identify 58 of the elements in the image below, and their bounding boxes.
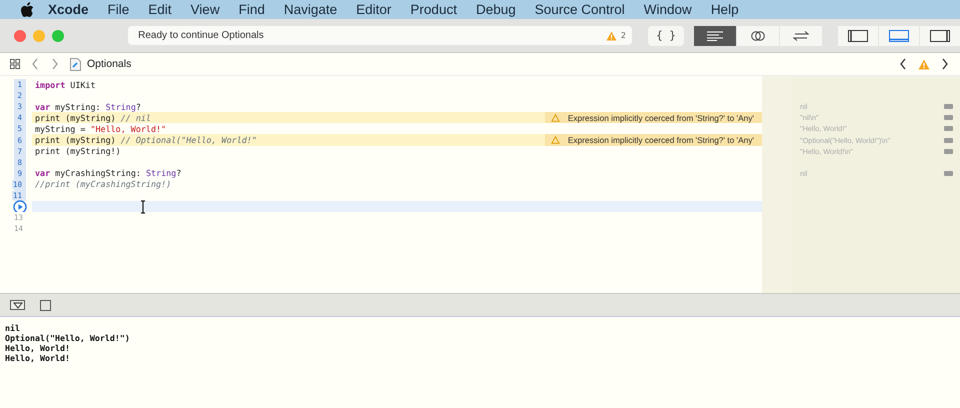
file-icon <box>70 58 81 70</box>
next-issue-icon[interactable] <box>940 58 950 70</box>
warning-icon <box>550 114 560 122</box>
previous-issue-icon[interactable] <box>898 58 908 70</box>
code-line: var myCrashingString: String? <box>34 168 182 178</box>
back-icon[interactable] <box>30 58 40 70</box>
editor-mode-button[interactable] <box>737 26 779 46</box>
console-line: Optional("Hello, World!") <box>5 333 131 343</box>
code-line: print (myString) // Optional("Hello, World!" <box>34 135 257 146</box>
menu-item[interactable]: Help <box>710 2 739 17</box>
forward-icon[interactable] <box>50 58 60 70</box>
panel-icon <box>889 30 909 42</box>
warning-icon <box>550 136 560 144</box>
code-line: myString = "Hello, World!" <box>34 124 166 134</box>
menu-item[interactable]: Xcode <box>48 2 89 17</box>
menu-item[interactable]: View <box>190 2 220 17</box>
arrows-icon <box>792 30 810 42</box>
close-button[interactable] <box>14 30 26 42</box>
panel-toggle-button[interactable] <box>879 26 919 46</box>
editor-mode-button[interactable] <box>694 26 736 46</box>
status-text: Ready to continue Optionals <box>138 30 265 41</box>
rings-icon <box>749 30 767 42</box>
apple-logo-icon[interactable] <box>20 2 34 18</box>
hide-debug-area-button[interactable] <box>10 300 25 310</box>
code-line: import UIKit <box>34 80 96 90</box>
warning-text: Expression implicitly coerced from 'String?' to 'Any' <box>568 135 754 146</box>
quick-look-icon[interactable] <box>944 170 953 176</box>
menu-item[interactable]: Navigate <box>284 2 338 17</box>
menu-item[interactable]: Window <box>644 2 692 17</box>
menu-item[interactable]: Product <box>410 2 457 17</box>
code-line: var myString: String? <box>34 102 141 112</box>
menu-item[interactable]: Debug <box>476 2 516 17</box>
panel-icon <box>848 30 868 42</box>
file-title[interactable]: Optionals <box>87 58 132 70</box>
console-line: Hello, World! <box>5 353 71 363</box>
code-line: //print (myCrashingString!) <box>34 179 172 190</box>
editor-mode-button[interactable] <box>780 26 822 46</box>
code-line: print (myString!) <box>34 146 121 156</box>
console-line: nil <box>5 323 21 333</box>
warning-count: 2 <box>620 31 626 40</box>
menu-item[interactable]: Edit <box>148 2 172 17</box>
warning-text: Expression implicitly coerced from 'String?' to 'Any' <box>568 112 754 123</box>
menu-item[interactable]: File <box>108 2 130 17</box>
console-line: Hello, World! <box>5 343 71 353</box>
panel-toggle-button[interactable] <box>920 26 960 46</box>
checkbox[interactable] <box>40 300 51 310</box>
editor-mode-button[interactable]: { } <box>648 26 684 46</box>
panel-icon <box>930 30 950 42</box>
grid-icon[interactable] <box>10 58 20 70</box>
menu-item[interactable]: Editor <box>356 2 392 17</box>
lines-icon <box>706 30 724 40</box>
menu-item[interactable]: Find <box>238 2 265 17</box>
triangle-icon <box>12 302 22 308</box>
menu-item[interactable]: Source Control <box>534 2 625 17</box>
panel-toggle-button[interactable] <box>838 26 878 46</box>
code-line: print (myString) // nil <box>34 112 151 123</box>
text-cursor-icon <box>140 200 146 214</box>
run-button[interactable] <box>13 200 27 214</box>
